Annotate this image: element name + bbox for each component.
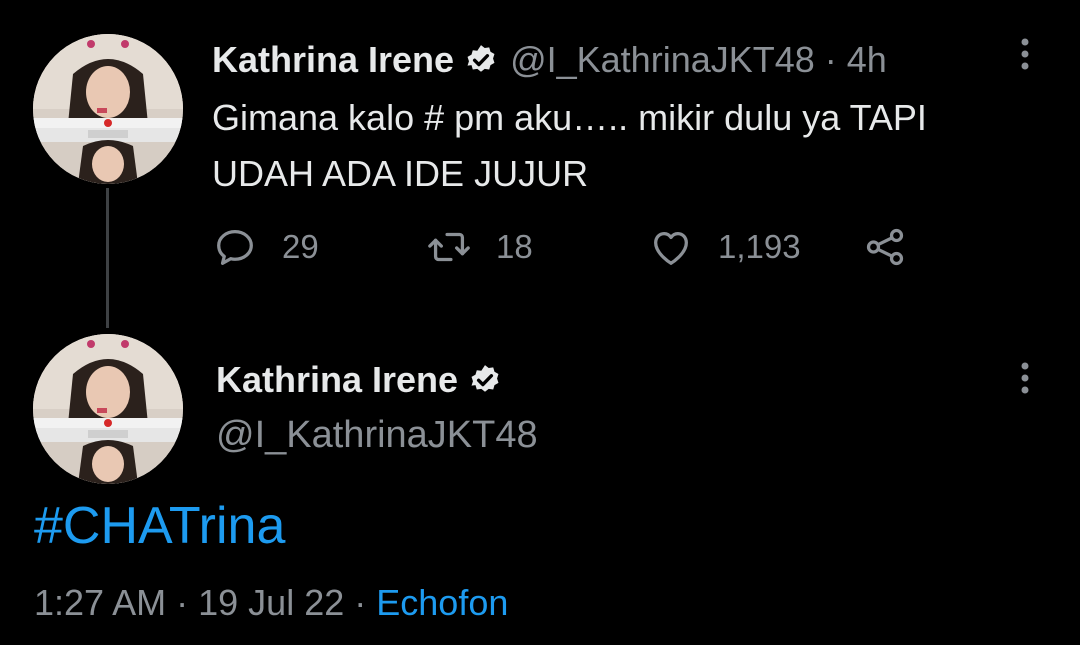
tweet-metadata: 1:27 AM · 19 Jul 22 · Echofon (34, 582, 508, 624)
display-name[interactable]: Kathrina Irene (212, 39, 454, 81)
tweet-text-line: UDAH ADA IDE JUJUR (212, 153, 589, 194)
thread-connector-line (106, 188, 109, 328)
tweet-text-line: Gimana kalo # pm aku….. mikir dulu ya TA… (212, 97, 927, 138)
tweet-text: Gimana kalo # pm aku….. mikir dulu ya TA… (212, 90, 1032, 202)
timestamp[interactable]: 1:27 AM (34, 582, 166, 623)
handle[interactable]: @I_KathrinaJKT48 (216, 414, 538, 457)
more-vertical-icon[interactable] (1015, 360, 1035, 400)
reply-button[interactable]: 29 (212, 222, 319, 272)
share-button[interactable] (862, 222, 908, 272)
tweet-header: Kathrina Irene @I_KathrinaJKT48 · 4h (212, 36, 887, 84)
hashtag-link[interactable]: #CHATrina (34, 496, 285, 556)
separator: · (824, 39, 837, 80)
retweet-button[interactable]: 18 (426, 222, 533, 272)
like-count: 1,193 (718, 228, 801, 265)
display-name[interactable]: Kathrina Irene (216, 359, 458, 401)
timestamp[interactable]: 4h (847, 39, 887, 81)
handle[interactable]: @I_KathrinaJKT48 (510, 39, 815, 81)
source-link[interactable]: Echofon (376, 582, 508, 623)
tweet-actions: 29 18 1,193 (212, 222, 932, 272)
retweet-count: 18 (496, 228, 533, 265)
verified-badge-icon (464, 43, 498, 77)
more-vertical-icon[interactable] (1015, 36, 1035, 76)
verified-badge-icon (468, 363, 502, 397)
tweet-header: Kathrina Irene (216, 356, 502, 404)
date[interactable]: 19 Jul 22 (198, 582, 344, 623)
reply-count: 29 (282, 228, 319, 265)
heart-icon (648, 224, 694, 270)
like-button[interactable]: 1,193 (648, 222, 801, 272)
share-icon (862, 224, 908, 270)
separator: · (354, 582, 367, 623)
reply-icon (212, 224, 258, 270)
avatar[interactable] (33, 34, 183, 184)
avatar[interactable] (33, 334, 183, 484)
separator: · (176, 582, 189, 623)
retweet-icon (426, 224, 472, 270)
